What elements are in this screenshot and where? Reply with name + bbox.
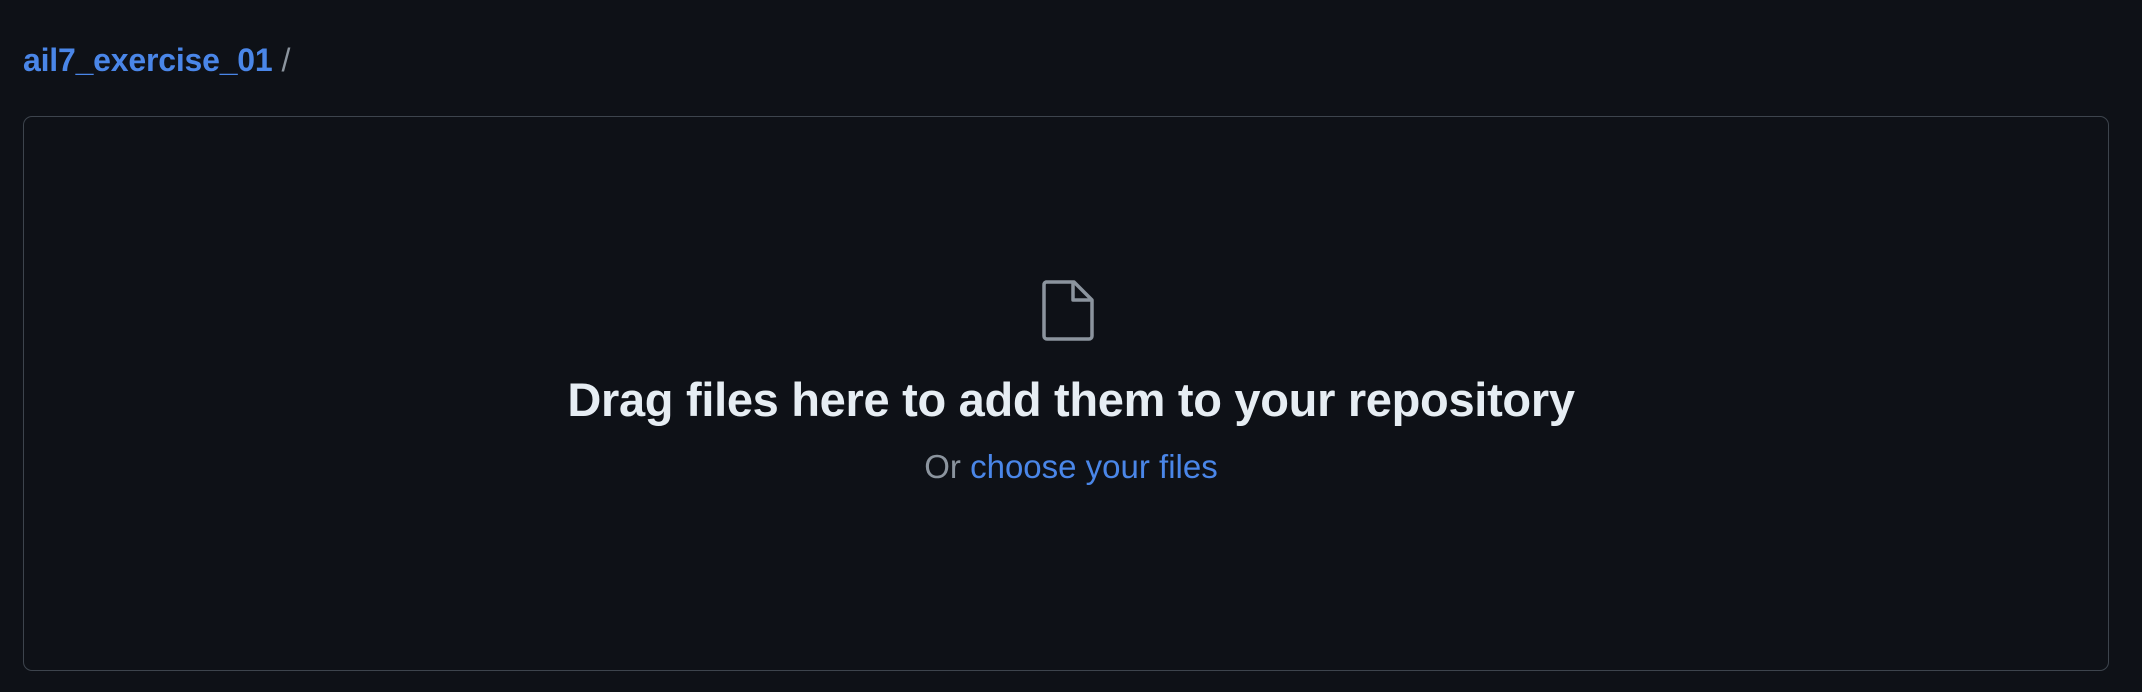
breadcrumb-repo-link[interactable]: ail7_exercise_01 <box>23 42 273 79</box>
file-icon <box>1042 280 1094 341</box>
dropzone-subline: Or choose your files <box>0 444 2142 490</box>
or-text: Or <box>924 448 971 485</box>
dropzone-headline: Drag files here to add them to your repo… <box>567 373 1575 426</box>
upload-page: ail7_exercise_01 / Drag files here to ad… <box>0 0 2142 692</box>
breadcrumb: ail7_exercise_01 / <box>23 38 290 82</box>
choose-files-link[interactable]: choose your files <box>970 448 1218 485</box>
breadcrumb-separator: / <box>281 41 291 78</box>
